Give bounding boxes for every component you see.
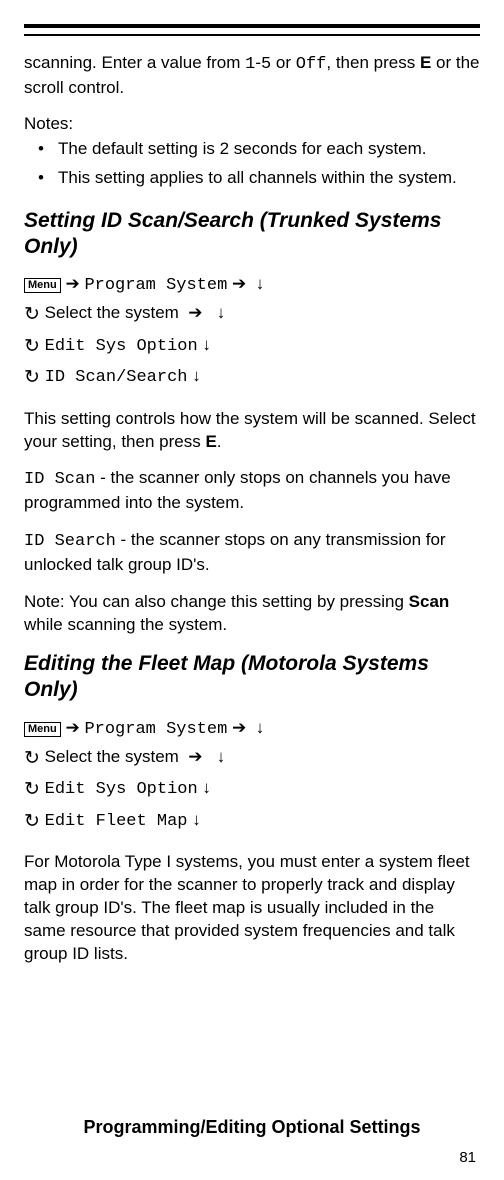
nav-line: ↻ Select the system ➔ ↓ <box>24 743 480 774</box>
nav-line: ↻ Edit Fleet Map ↓ <box>24 806 480 837</box>
menu-item: Edit Fleet Map <box>45 812 188 831</box>
paragraph: Note: You can also change this setting b… <box>24 591 480 637</box>
paragraph: This setting controls how the system wil… <box>24 408 480 454</box>
menu-item: Program System <box>84 276 227 295</box>
text: or <box>271 53 296 72</box>
scroll-icon: ↻ <box>24 300 40 330</box>
footer-title: Programming/Editing Optional Settings <box>0 1117 504 1138</box>
top-rule-thick <box>24 24 480 28</box>
text: This setting controls how the system wil… <box>24 409 476 451</box>
scroll-icon: ↻ <box>24 744 40 774</box>
key-E: E <box>420 53 431 72</box>
option-name: ID Search <box>24 532 116 551</box>
code: Off <box>296 55 327 74</box>
scroll-icon: ↻ <box>24 807 40 837</box>
nav-line: Menu ➔ Program System ➔ ↓ <box>24 270 480 299</box>
arrow-down-icon: ↓ <box>202 778 211 797</box>
notes-list: The default setting is 2 seconds for eac… <box>24 138 480 190</box>
nav-line: ↻ Select the system ➔ ↓ <box>24 299 480 330</box>
arrow-down-icon: ↓ <box>202 335 211 354</box>
text: , then press <box>326 53 420 72</box>
arrow-right-icon: ➔ <box>65 274 79 293</box>
key-scan: Scan <box>409 592 450 611</box>
nav-sequence: Menu ➔ Program System ➔ ↓ ↻ Select the s… <box>24 270 480 393</box>
arrow-down-icon: ↓ <box>217 747 226 766</box>
arrow-down-icon: ↓ <box>217 303 226 322</box>
nav-line: ↻ Edit Sys Option ↓ <box>24 331 480 362</box>
top-rule-thin <box>24 34 480 36</box>
nav-line: ↻ ID Scan/Search ↓ <box>24 362 480 393</box>
list-item: The default setting is 2 seconds for eac… <box>24 138 480 161</box>
scroll-icon: ↻ <box>24 363 40 393</box>
nav-sequence: Menu ➔ Program System ➔ ↓ ↻ Select the s… <box>24 714 480 837</box>
arrow-right-icon: ➔ <box>65 718 79 737</box>
paragraph: ID Scan - the scanner only stops on chan… <box>24 467 480 515</box>
arrow-right-icon: ➔ <box>232 274 246 293</box>
arrow-down-icon: ↓ <box>256 274 265 293</box>
menu-key-icon: Menu <box>24 278 61 293</box>
text: scanning. Enter a value from <box>24 53 245 72</box>
arrow-right-icon: ➔ <box>188 747 202 766</box>
arrow-right-icon: ➔ <box>188 303 202 322</box>
scroll-icon: ↻ <box>24 775 40 805</box>
menu-item: Edit Sys Option <box>45 780 198 799</box>
intro-paragraph: scanning. Enter a value from 1-5 or Off,… <box>24 52 480 100</box>
scroll-icon: ↻ <box>24 332 40 362</box>
paragraph: ID Search - the scanner stops on any tra… <box>24 529 480 577</box>
page-number: 81 <box>459 1149 476 1166</box>
option-name: ID Scan <box>24 470 95 489</box>
menu-item: Edit Sys Option <box>45 337 198 356</box>
text: Note: You can also change this setting b… <box>24 592 409 611</box>
code: 1 <box>245 55 255 74</box>
arrow-down-icon: ↓ <box>192 810 201 829</box>
text: . <box>217 432 222 451</box>
nav-line: ↻ Edit Sys Option ↓ <box>24 774 480 805</box>
menu-key-icon: Menu <box>24 722 61 737</box>
menu-item: Program System <box>84 720 227 739</box>
list-item: This setting applies to all channels wit… <box>24 167 480 190</box>
paragraph: For Motorola Type I systems, you must en… <box>24 851 480 966</box>
key-E: E <box>205 432 216 451</box>
arrow-down-icon: ↓ <box>256 718 265 737</box>
section-heading-id-scan: Setting ID Scan/Search (Trunked Systems … <box>24 208 480 261</box>
nav-text: Select the system <box>45 747 179 766</box>
menu-item: ID Scan/Search <box>45 368 188 387</box>
nav-text: Select the system <box>45 303 179 322</box>
nav-line: Menu ➔ Program System ➔ ↓ <box>24 714 480 743</box>
text: while scanning the system. <box>24 615 227 634</box>
arrow-down-icon: ↓ <box>192 366 201 385</box>
section-heading-fleet-map: Editing the Fleet Map (Motorola Systems … <box>24 651 480 704</box>
code: 5 <box>261 55 271 74</box>
arrow-right-icon: ➔ <box>232 718 246 737</box>
notes-label: Notes: <box>24 114 480 134</box>
